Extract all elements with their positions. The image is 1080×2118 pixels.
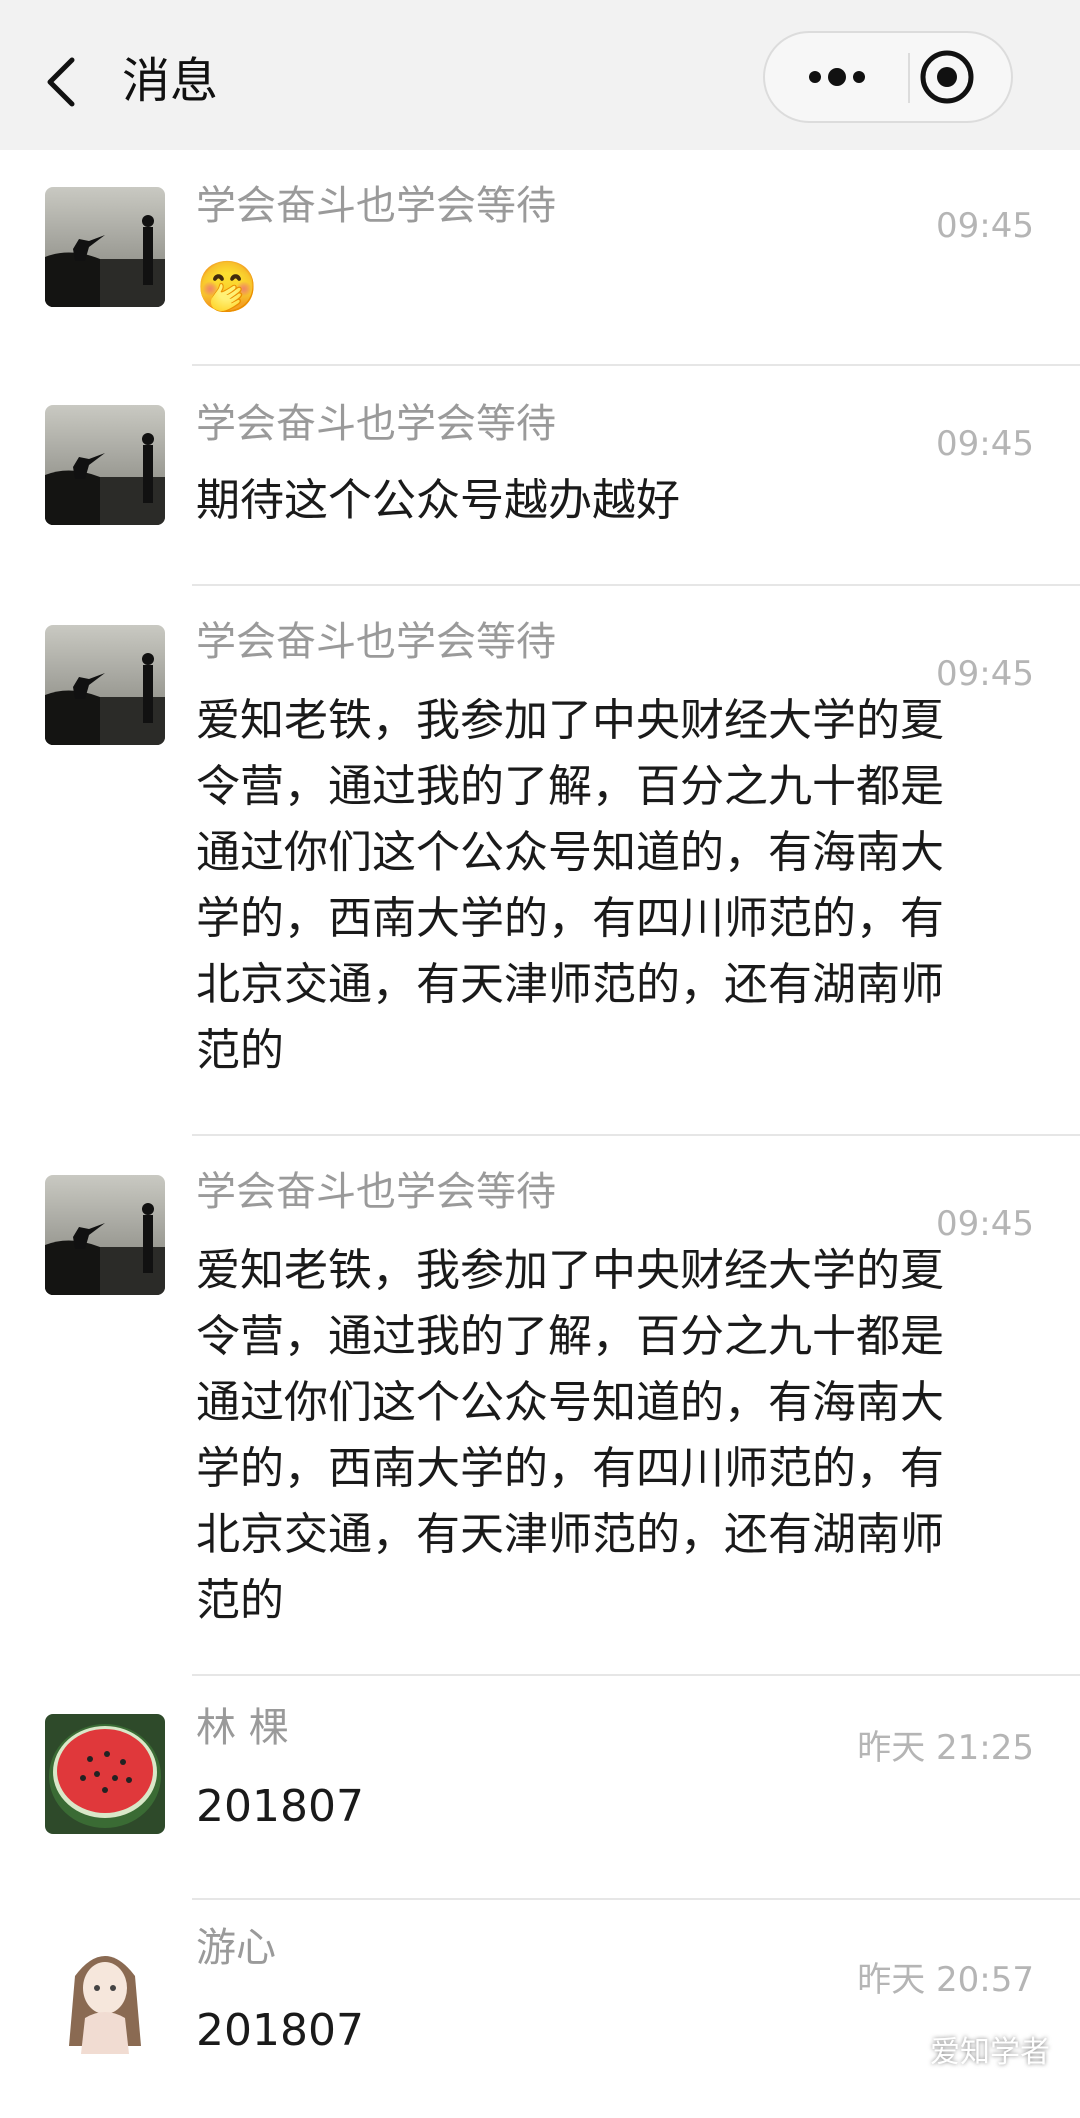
list-item[interactable]: 学会奋斗也学会等待 09:45 爱知老铁，我参加了中央财经大学的夏 令营，通过我… bbox=[0, 588, 1080, 1138]
divider bbox=[192, 584, 1080, 586]
avatar bbox=[45, 1175, 165, 1295]
list-item[interactable]: 游心 昨天 20:57 201807 bbox=[0, 1898, 1080, 2118]
avatar bbox=[45, 405, 165, 525]
avatar bbox=[45, 1936, 165, 2056]
silhouette-avatar-icon bbox=[45, 625, 165, 745]
close-target-icon[interactable] bbox=[911, 33, 1011, 121]
more-icon[interactable] bbox=[765, 33, 907, 121]
sender-name: 学会奋斗也学会等待 bbox=[196, 183, 556, 229]
avatar bbox=[45, 625, 165, 745]
avatar bbox=[45, 187, 165, 307]
sender-name: 游心 bbox=[196, 1925, 276, 1971]
silhouette-avatar-icon bbox=[45, 405, 165, 525]
divider bbox=[192, 1674, 1080, 1676]
message-time: 昨天 20:57 bbox=[857, 1960, 1034, 2000]
list-item[interactable]: 林 棵 昨天 21:25 201807 bbox=[0, 1688, 1080, 1900]
list-item[interactable]: 学会奋斗也学会等待 09:45 爱知老铁，我参加了中央财经大学的夏 令营，通过我… bbox=[0, 1138, 1080, 1688]
message-time: 09:45 bbox=[936, 424, 1034, 464]
list-item[interactable]: 学会奋斗也学会等待 09:45 期待这个公众号越办越好 bbox=[0, 368, 1080, 588]
capsule-divider bbox=[908, 53, 910, 103]
message-text: 爱知老铁，我参加了中央财经大学的夏 令营，通过我的了解，百分之九十都是 通过你们… bbox=[196, 695, 944, 1076]
mini-program-capsule bbox=[763, 31, 1013, 123]
sender-name: 学会奋斗也学会等待 bbox=[196, 401, 556, 447]
message-text: 期待这个公众号越办越好 bbox=[196, 475, 680, 526]
wechat-logo-icon bbox=[880, 2037, 924, 2069]
list-item[interactable]: 学会奋斗也学会等待 09:45 🤭 bbox=[0, 150, 1080, 368]
message-text: 🤭 bbox=[196, 258, 259, 316]
sender-name: 学会奋斗也学会等待 bbox=[196, 1169, 556, 1215]
girl-avatar-icon bbox=[45, 1936, 165, 2056]
message-text: 201807 bbox=[196, 1781, 364, 1832]
divider bbox=[192, 364, 1080, 366]
watermark: 爱知学者 bbox=[880, 2033, 1050, 2073]
page-title: 消息 bbox=[122, 53, 219, 109]
watermelon-avatar-icon bbox=[45, 1714, 165, 1834]
sender-name: 林 棵 bbox=[196, 1705, 289, 1751]
message-list: 学会奋斗也学会等待 09:45 🤭 学会奋斗也学会等待 09:45 期待这个公众… bbox=[0, 150, 1080, 2118]
avatar bbox=[45, 1714, 165, 1834]
sender-name: 学会奋斗也学会等待 bbox=[196, 619, 556, 665]
message-text: 爱知老铁，我参加了中央财经大学的夏 令营，通过我的了解，百分之九十都是 通过你们… bbox=[196, 1245, 944, 1626]
top-bar: 消息 bbox=[0, 0, 1080, 150]
divider bbox=[192, 1134, 1080, 1136]
watermark-text: 爱知学者 bbox=[930, 2035, 1050, 2070]
silhouette-avatar-icon bbox=[45, 1175, 165, 1295]
back-arrow-icon[interactable] bbox=[36, 52, 88, 112]
message-time: 昨天 21:25 bbox=[857, 1728, 1034, 1768]
silhouette-avatar-icon bbox=[45, 187, 165, 307]
message-time: 09:45 bbox=[936, 206, 1034, 246]
